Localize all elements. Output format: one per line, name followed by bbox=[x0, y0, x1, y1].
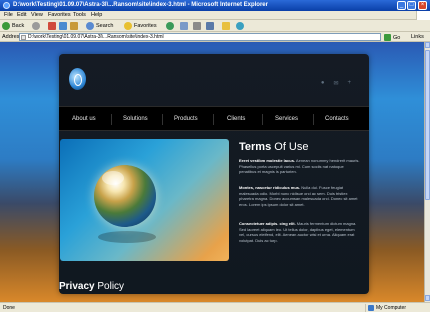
globe-icon bbox=[94, 165, 156, 227]
home-icon bbox=[70, 22, 78, 30]
scroll-up-arrow-icon[interactable] bbox=[425, 42, 430, 48]
site-logo-icon[interactable] bbox=[69, 68, 86, 90]
home-dot-icon[interactable]: ● bbox=[321, 80, 325, 87]
hero-image bbox=[60, 139, 229, 261]
messenger-icon bbox=[236, 22, 244, 30]
computer-icon bbox=[368, 305, 374, 311]
vertical-scrollbar[interactable] bbox=[424, 42, 430, 302]
go-label: Go bbox=[393, 34, 401, 41]
home-button[interactable] bbox=[70, 22, 79, 30]
scroll-thumb[interactable] bbox=[425, 50, 430, 200]
plus-icon[interactable]: + bbox=[347, 80, 351, 87]
status-text: Done bbox=[3, 305, 15, 311]
menu-edit[interactable]: Edit bbox=[17, 12, 26, 18]
search-icon bbox=[86, 22, 94, 30]
nav-products[interactable]: Products bbox=[174, 116, 198, 122]
stop-button[interactable] bbox=[48, 22, 57, 30]
terms-paragraph-1: Eeret vestibm molestie lacus. Aenean non… bbox=[239, 158, 361, 175]
ie-icon bbox=[3, 2, 10, 9]
favorites-button[interactable]: Favorites bbox=[124, 22, 157, 30]
nav-separator bbox=[262, 114, 263, 125]
mail-icon bbox=[180, 22, 188, 30]
menu-favorites[interactable]: Favorites bbox=[48, 12, 71, 18]
go-button[interactable]: Go bbox=[384, 34, 400, 41]
paragraph-lead: Eeret vestibm molestie lacus. bbox=[239, 158, 296, 163]
go-arrow-icon bbox=[384, 34, 391, 41]
back-arrow-icon bbox=[2, 22, 10, 30]
messenger-button[interactable] bbox=[236, 22, 246, 30]
refresh-icon bbox=[59, 22, 67, 30]
close-button[interactable]: × bbox=[418, 1, 427, 10]
stop-icon bbox=[48, 22, 56, 30]
top-icons: ● ✉ + bbox=[321, 80, 351, 87]
status-bar: Done My Computer bbox=[0, 302, 430, 312]
site-nav: About us Solutions Products Clients Serv… bbox=[59, 106, 369, 131]
terms-heading-bold: Terms bbox=[239, 141, 272, 153]
terms-paragraph-2: Montes, nascetur ridiculus mus. Nulla du… bbox=[239, 185, 361, 207]
address-input[interactable]: D:\work\Testing\01.09.07\Astra-3l\...Ran… bbox=[19, 33, 381, 41]
folder-button[interactable] bbox=[222, 22, 231, 30]
nav-clients[interactable]: Clients bbox=[227, 116, 245, 122]
address-url: D:\work\Testing\01.09.07\Astra-3l\...Ran… bbox=[28, 34, 164, 40]
zone-label: My Computer bbox=[376, 305, 407, 311]
toolbar: Back Search Favorites bbox=[0, 20, 430, 32]
favorites-star-icon bbox=[124, 22, 132, 30]
privacy-heading-rest: Policy bbox=[94, 281, 125, 292]
menu-file[interactable]: File bbox=[4, 12, 13, 18]
edit-button[interactable] bbox=[206, 22, 215, 30]
window-title: D:\work\Testing\01.09.07\Astra-3l\...Ran… bbox=[13, 2, 268, 8]
search-button[interactable]: Search bbox=[86, 22, 113, 30]
nav-separator bbox=[162, 114, 163, 125]
nav-separator bbox=[313, 114, 314, 125]
mail-button[interactable] bbox=[180, 22, 189, 30]
site-container: ● ✉ + About us Solutions Products Client… bbox=[59, 54, 369, 294]
forward-arrow-icon bbox=[32, 22, 40, 30]
refresh-button[interactable] bbox=[59, 22, 68, 30]
history-icon bbox=[166, 22, 174, 30]
back-button[interactable]: Back bbox=[2, 22, 24, 30]
folder-icon bbox=[222, 22, 230, 30]
menu-bar: File Edit View Favorites Tools Help bbox=[0, 11, 430, 20]
scroll-down-arrow-icon[interactable] bbox=[425, 295, 430, 301]
minimize-button[interactable]: _ bbox=[397, 1, 406, 10]
paragraph-lead: Consectetuer adipis. cing elit. bbox=[239, 221, 296, 226]
address-bar: Address D:\work\Testing\01.09.07\Astra-3… bbox=[0, 32, 430, 42]
title-bar: D:\work\Testing\01.09.07\Astra-3l\...Ran… bbox=[0, 0, 430, 11]
menu-tools[interactable]: Tools bbox=[73, 12, 86, 18]
terms-heading: Terms Of Use bbox=[239, 141, 309, 153]
paragraph-lead: Montes, nascetur ridiculus mus. bbox=[239, 185, 301, 190]
menu-help[interactable]: Help bbox=[91, 12, 102, 18]
links-button[interactable]: Links bbox=[411, 34, 424, 40]
terms-heading-rest: Of Use bbox=[271, 141, 309, 153]
favorites-label: Favorites bbox=[134, 23, 157, 29]
page-icon bbox=[21, 35, 26, 40]
print-icon bbox=[193, 22, 201, 30]
security-zone: My Computer bbox=[365, 304, 428, 312]
nav-about-us[interactable]: About us bbox=[72, 116, 96, 122]
menu-view[interactable]: View bbox=[31, 12, 43, 18]
privacy-heading: Privacy Policy bbox=[59, 281, 124, 292]
nav-contacts[interactable]: Contacts bbox=[325, 116, 349, 122]
privacy-heading-bold: Privacy bbox=[59, 281, 95, 292]
nav-separator bbox=[213, 114, 214, 125]
page-viewport: ● ✉ + About us Solutions Products Client… bbox=[0, 42, 424, 302]
nav-services[interactable]: Services bbox=[275, 116, 298, 122]
maximize-button[interactable]: □ bbox=[407, 1, 416, 10]
history-button[interactable] bbox=[166, 22, 176, 30]
back-label: Back bbox=[12, 23, 25, 29]
mail-small-icon[interactable]: ✉ bbox=[333, 80, 338, 87]
nav-solutions[interactable]: Solutions bbox=[123, 116, 148, 122]
edit-icon bbox=[206, 22, 214, 30]
windows-logo-icon bbox=[416, 11, 430, 20]
terms-paragraph-3: Consectetuer adipis. cing elit. Mauris f… bbox=[239, 221, 361, 243]
print-button[interactable] bbox=[193, 22, 202, 30]
forward-button[interactable] bbox=[32, 22, 42, 30]
nav-separator bbox=[111, 114, 112, 125]
globe-shadow bbox=[98, 231, 156, 243]
search-label: Search bbox=[96, 23, 114, 29]
